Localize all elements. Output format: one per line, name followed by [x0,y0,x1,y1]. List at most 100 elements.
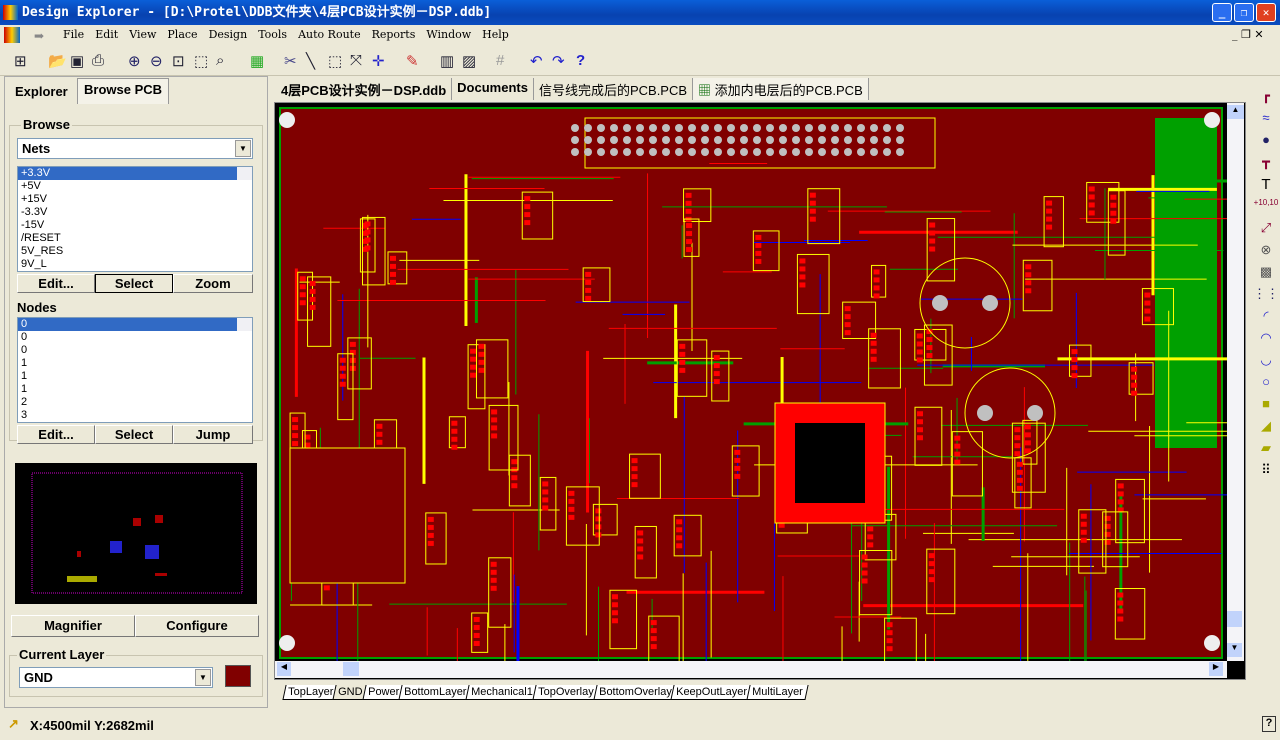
tab-ddb[interactable]: 4层PCB设计实例－DSP.ddb [276,78,453,100]
tab-documents[interactable]: Documents [452,78,534,100]
layer-tab[interactable]: Mechanical1 [465,685,539,700]
configure-button[interactable]: Configure [135,615,259,637]
node-item[interactable]: 1 [18,370,252,383]
array-paste-icon[interactable]: ⠿ [1252,462,1280,484]
nodes-list[interactable]: 00011123 [17,317,253,423]
current-layer-select[interactable]: GND ▼ [19,667,213,688]
menu-window[interactable]: Window [421,25,477,41]
library-icon[interactable]: ▥ [440,52,454,70]
layer-tab[interactable]: TopOverlay [532,685,600,700]
save-icon[interactable]: ▣ [70,52,84,70]
browse-type-select[interactable]: Nets ▼ [17,138,253,159]
deselect-icon[interactable]: ⤧ [350,52,362,69]
place-component-icon[interactable]: ⊗ [1252,242,1280,264]
help-icon[interactable]: ? [1262,716,1276,732]
node-item[interactable]: 0 [18,318,252,331]
scroll-right-icon[interactable]: ▶ [1209,662,1223,676]
node-select-button[interactable]: Select [95,425,173,444]
zoom-in-icon[interactable]: ⊕ [128,52,141,70]
place-coordinate-icon[interactable]: +10,10 [1252,198,1280,220]
net-zoom-button[interactable]: Zoom [173,274,253,293]
tab-inner-layer-pcb[interactable]: ▦ 添加内电层后的PCB.PCB [693,78,869,100]
tab-signal-pcb[interactable]: 信号线完成后的PCB.PCB [534,78,694,100]
cut-icon[interactable]: ✂ [284,52,297,70]
select-area-icon[interactable]: ⬚ [328,52,342,70]
zoom-fit-icon[interactable]: ⊡ [172,52,185,70]
place-track-icon[interactable]: ┏ [1252,88,1280,110]
minimize-button[interactable]: _ [1212,3,1232,22]
polygon-icon[interactable]: ◢ [1252,418,1280,440]
place-string-icon[interactable]: T [1252,176,1280,198]
maximize-button[interactable]: ❐ [1234,3,1254,22]
net-item[interactable]: 9V_L [18,258,252,271]
menu-edit[interactable]: Edit [90,25,124,41]
menu-tools[interactable]: Tools [253,25,293,41]
scroll-thumb[interactable] [1227,611,1242,627]
mini-board-view[interactable] [15,463,257,604]
zoom-out-icon[interactable]: ⊖ [150,52,163,70]
arc-edge-icon[interactable]: ◠ [1252,330,1280,352]
place-dimension-icon[interactable]: ⤢ [1252,220,1280,242]
layer-color-swatch[interactable] [225,665,251,687]
chevron-down-icon[interactable]: ▼ [195,669,211,686]
tree-icon[interactable]: ⊞ [14,52,27,70]
node-item[interactable]: 0 [18,344,252,357]
tab-browse-pcb[interactable]: Browse PCB [77,78,170,104]
menu-help[interactable]: Help [477,25,515,41]
nodes-scrollbar[interactable] [237,318,252,331]
grid-icon[interactable]: # [496,52,504,69]
node-item[interactable]: 2 [18,396,252,409]
hscroll-thumb[interactable] [343,662,359,676]
layer-tab[interactable]: BottomOverlay [593,685,678,700]
zoom-area-icon[interactable]: ⬚ [194,52,208,70]
net-item[interactable]: +3.3V [18,167,252,180]
place-room-icon[interactable]: ⋮⋮ [1252,286,1280,308]
zoom-select-icon[interactable]: ⌕ [216,52,224,69]
horizontal-scrollbar[interactable]: ◀ ▶ [275,661,1227,678]
place-via-icon[interactable]: ┳ [1252,154,1280,176]
net-item[interactable]: +5V [18,180,252,193]
node-jump-button[interactable]: Jump [173,425,253,444]
node-item[interactable]: 1 [18,383,252,396]
close-button[interactable]: ✕ [1256,3,1276,22]
layer-tab[interactable]: MultiLayer [746,685,809,700]
chevron-down-icon[interactable]: ▼ [235,140,251,157]
menu-design[interactable]: Design [204,25,254,41]
pencil-icon[interactable]: ✎ [406,52,419,70]
undo-icon[interactable]: ↶ [530,52,543,70]
net-item[interactable]: -3.3V [18,206,252,219]
arc-center-icon[interactable]: ◜ [1252,308,1280,330]
place-fill-icon[interactable]: ▩ [1252,264,1280,286]
menu-place[interactable]: Place [162,25,203,41]
node-item[interactable]: 3 [18,409,252,422]
nets-list[interactable]: +3.3V +5V +15V -3.3V -15V/RESET 5V_RES 9V_L [17,166,253,272]
place-line-icon[interactable]: ≈ [1252,110,1280,132]
doc-minimize-button[interactable]: _ ❐ ✕ [1232,28,1264,41]
scroll-left-icon[interactable]: ◀ [277,662,291,676]
node-edit-button[interactable]: Edit... [17,425,95,444]
layer-tab[interactable]: KeepOutLayer [670,685,753,700]
layer-tab[interactable]: BottomLayer [398,685,472,700]
node-item[interactable]: 0 [18,331,252,344]
wire-icon[interactable]: ╲ [306,52,315,70]
menu-reports[interactable]: Reports [367,25,422,41]
magnifier-button[interactable]: Magnifier [11,615,135,637]
fill-icon[interactable]: ■ [1252,396,1280,418]
vertical-scrollbar[interactable]: ▲ ▼ [1227,103,1244,661]
place-pad-icon[interactable]: ● [1252,132,1280,154]
open-icon[interactable]: 📂 [48,52,67,70]
pcb-canvas[interactable] [275,103,1227,661]
redo-icon[interactable]: ↷ [552,52,565,70]
node-item[interactable]: 1 [18,357,252,370]
net-item[interactable]: /RESET [18,232,252,245]
net-item[interactable]: +15V [18,193,252,206]
library-browse-icon[interactable]: ▨ [462,52,476,70]
net-select-button[interactable]: Select [95,274,173,293]
move-icon[interactable]: ✛ [372,52,385,70]
net-item[interactable]: 5V_RES [18,245,252,258]
nets-scrollbar[interactable] [237,167,252,180]
net-edit-button[interactable]: Edit... [17,274,95,293]
print-icon[interactable]: ⎙ [92,52,104,69]
menu-view[interactable]: View [124,25,162,41]
layer-tab[interactable]: TopLayer [282,685,339,700]
